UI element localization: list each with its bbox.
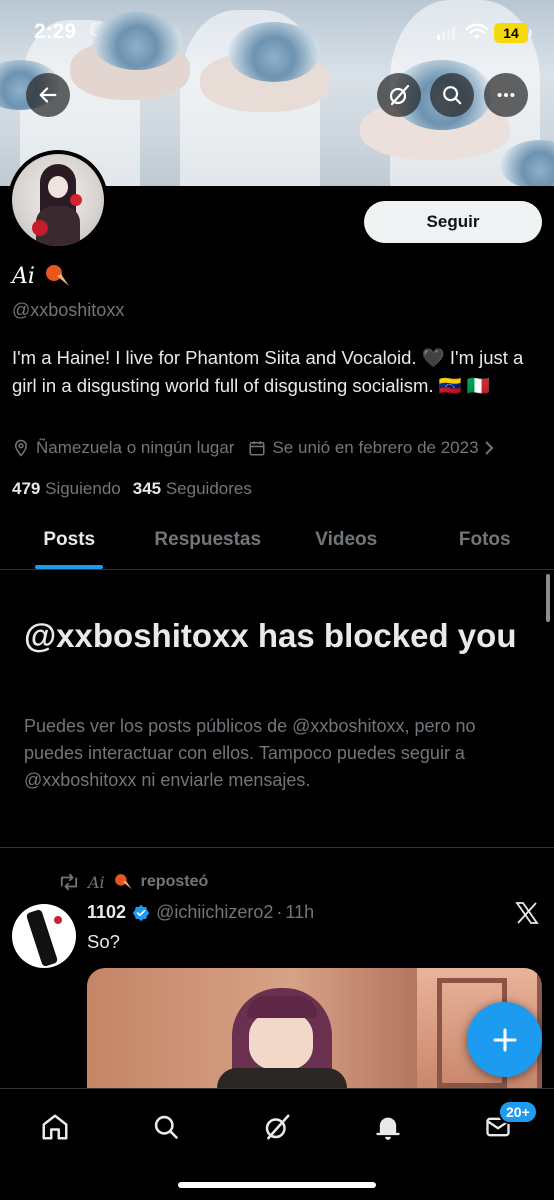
tab-replies[interactable]: Respuestas <box>139 510 278 569</box>
tab-videos[interactable]: Videos <box>277 510 416 569</box>
ice-cream-emoji-icon <box>114 874 132 890</box>
profile-handle: @xxboshitoxx <box>12 300 125 320</box>
blocked-title: @xxboshitoxx has blocked you <box>24 617 517 654</box>
post-time: 11h <box>285 902 315 922</box>
display-name-row: Ai <box>12 262 71 290</box>
cellular-signal-icon <box>437 26 455 40</box>
tab-posts[interactable]: Posts <box>0 510 139 569</box>
nav-notifications[interactable] <box>368 1107 408 1147</box>
profile-bio: I'm a Haine! I live for Phantom Siita an… <box>12 347 524 396</box>
nav-home[interactable] <box>35 1107 75 1147</box>
nav-search[interactable] <box>146 1107 186 1147</box>
post-author-handle[interactable]: @ichiichizero2 <box>156 902 273 923</box>
repost-icon <box>60 873 78 891</box>
blocked-description: Puedes ver los posts públicos de @xxbosh… <box>24 716 476 790</box>
arrow-left-icon <box>39 87 57 103</box>
tab-photos[interactable]: Fotos <box>416 510 554 569</box>
compose-button[interactable] <box>467 1002 542 1077</box>
following-link[interactable]: 479 Siguiendo <box>12 479 121 499</box>
follow-button[interactable]: Seguir <box>364 201 542 243</box>
more-button[interactable] <box>484 73 528 117</box>
grok-button[interactable] <box>377 73 421 117</box>
back-button[interactable] <box>26 73 70 117</box>
joined-text: Se unió en febrero de 2023 <box>272 438 479 457</box>
divider <box>0 847 554 848</box>
search-button[interactable] <box>430 73 474 117</box>
repost-indicator[interactable]: Ai reposteó <box>58 872 208 892</box>
followers-link[interactable]: 345 Seguidores <box>133 479 252 499</box>
location-pin-icon <box>14 439 28 457</box>
post-separator: · <box>276 902 283 922</box>
post-author-name[interactable]: 1102 <box>87 902 126 923</box>
post-header: 1102 @ichiichizero2 · 11h <box>87 902 314 923</box>
profile-tabs: Posts Respuestas Videos Fotos <box>0 510 554 570</box>
home-indicator[interactable] <box>178 1182 376 1188</box>
notifications-icon <box>376 1117 400 1140</box>
chevron-right-icon[interactable] <box>483 439 495 457</box>
plus-icon <box>493 1028 516 1051</box>
repost-label: reposteó <box>140 873 209 890</box>
post-text: So? <box>87 931 120 952</box>
more-icon <box>497 92 515 98</box>
nav-grok[interactable] <box>257 1107 297 1147</box>
battery-indicator: 14 <box>494 23 532 43</box>
location-text: Ñamezuela o ningún lugar <box>36 438 235 457</box>
x-logo-icon <box>515 902 539 924</box>
post-author-avatar[interactable]: BLACK <box>12 904 76 968</box>
joined-item: Se unió en febrero de 2023 <box>248 438 479 458</box>
grok-icon <box>389 84 410 106</box>
status-time: 2:29 <box>34 20 77 43</box>
status-bar: 2:29 ☾ 14 <box>0 18 554 52</box>
follow-counts: 479 Siguiendo 345 Seguidores <box>12 479 252 499</box>
repost-user-name: Ai <box>88 872 105 892</box>
ice-cream-emoji-icon <box>45 265 69 286</box>
location-item: Ñamezuela o ningún lugar <box>12 438 234 458</box>
messages-badge: 20+ <box>498 1100 538 1124</box>
search-icon <box>443 86 462 105</box>
do-not-disturb-icon: ☾ <box>88 20 105 40</box>
grok-icon <box>265 1114 290 1140</box>
profile-meta: Ñamezuela o ningún lugar Se unió en febr… <box>12 438 554 458</box>
search-icon <box>154 1115 178 1139</box>
home-icon <box>42 1114 68 1140</box>
scrollbar[interactable] <box>546 574 550 622</box>
display-name: Ai <box>12 263 35 289</box>
profile-avatar[interactable] <box>8 150 108 250</box>
verified-badge-icon <box>132 904 150 921</box>
wifi-icon <box>466 23 488 39</box>
calendar-icon <box>249 441 265 456</box>
